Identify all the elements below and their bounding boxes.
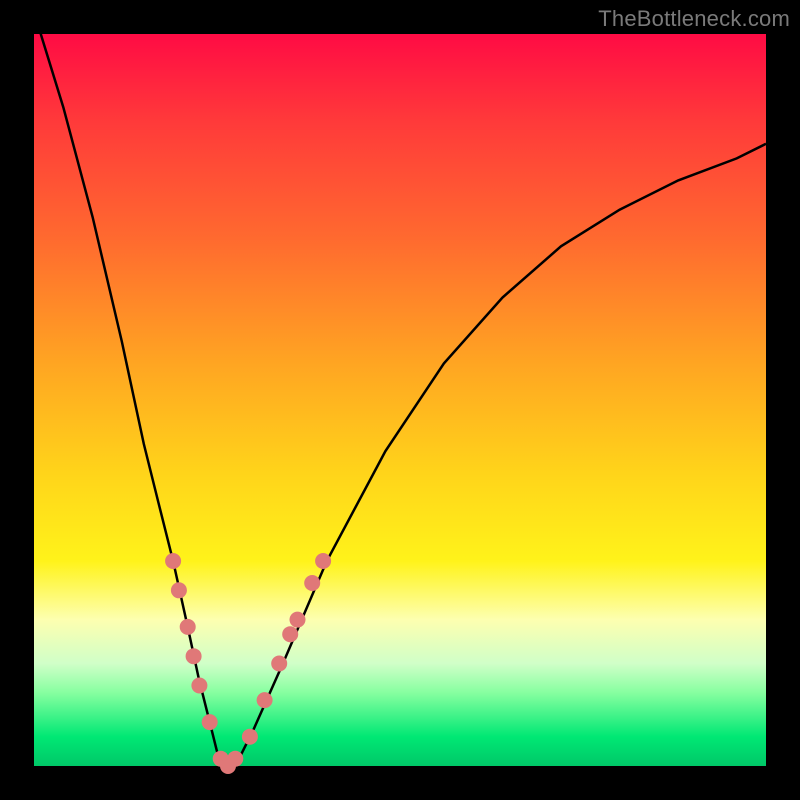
curve-marker	[304, 575, 320, 591]
curve-markers	[165, 553, 331, 774]
watermark-label: TheBottleneck.com	[598, 6, 790, 32]
curve-marker	[282, 626, 298, 642]
curve-marker	[191, 678, 207, 694]
curve-marker	[165, 553, 181, 569]
bottleneck-curve	[34, 12, 766, 766]
curve-marker	[180, 619, 196, 635]
curve-marker	[227, 751, 243, 767]
curve-marker	[257, 692, 273, 708]
curve-marker	[186, 648, 202, 664]
curve-marker	[315, 553, 331, 569]
curve-marker	[290, 612, 306, 628]
curve-marker	[171, 582, 187, 598]
chart-frame: TheBottleneck.com	[0, 0, 800, 800]
chart-svg	[34, 34, 766, 766]
curve-marker	[202, 714, 218, 730]
curve-marker	[242, 729, 258, 745]
curve-marker	[271, 656, 287, 672]
